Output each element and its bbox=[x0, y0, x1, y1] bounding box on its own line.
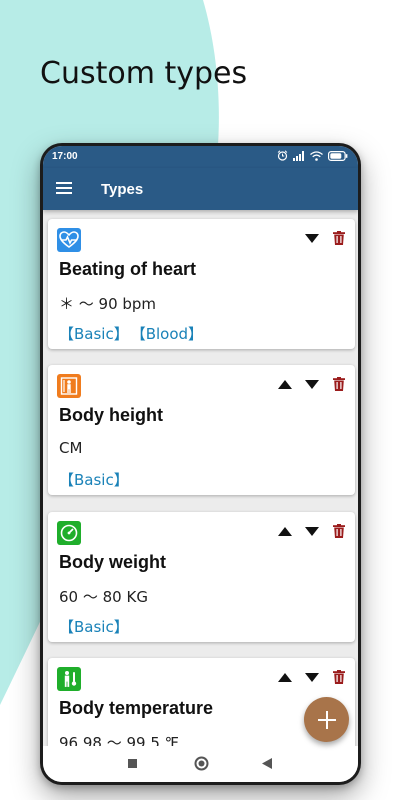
card-controls bbox=[277, 670, 347, 684]
thermometer-person-icon bbox=[57, 667, 81, 691]
signal-icon bbox=[293, 150, 304, 161]
types-list[interactable]: Beating of heart ＊ 〜 90 bpm 【Basic】 【Blo… bbox=[43, 210, 358, 750]
home-circle-icon[interactable] bbox=[194, 756, 209, 771]
type-card[interactable]: Body height CM 【Basic】 bbox=[48, 365, 355, 495]
card-controls bbox=[304, 231, 347, 245]
move-down-icon[interactable] bbox=[304, 377, 320, 391]
tag[interactable]: 【Blood】 bbox=[131, 323, 203, 344]
move-up-icon[interactable] bbox=[277, 524, 293, 538]
headline: Custom types bbox=[40, 56, 248, 91]
hamburger-menu-icon[interactable] bbox=[56, 181, 74, 197]
type-tags: 【Basic】 bbox=[59, 616, 129, 637]
type-name: Body weight bbox=[59, 552, 166, 572]
card-controls bbox=[277, 524, 347, 538]
type-card[interactable]: Body weight 60 〜 80 KG 【Basic】 bbox=[48, 512, 355, 642]
move-down-icon[interactable] bbox=[304, 670, 320, 684]
type-card[interactable]: Beating of heart ＊ 〜 90 bpm 【Basic】 【Blo… bbox=[48, 219, 355, 349]
move-down-icon[interactable] bbox=[304, 231, 320, 245]
alarm-icon bbox=[277, 150, 288, 161]
phone-frame: 17:00 Types Beating of heart ＊ 〜 90 bpm … bbox=[40, 143, 361, 785]
type-range: CM bbox=[59, 439, 83, 457]
status-time: 17:00 bbox=[52, 151, 78, 162]
phone-screen: 17:00 Types Beating of heart ＊ 〜 90 bpm … bbox=[43, 146, 358, 782]
battery-icon bbox=[328, 150, 348, 161]
type-range: ＊ 〜 90 bpm bbox=[59, 295, 157, 313]
move-down-icon[interactable] bbox=[304, 524, 320, 538]
app-bar-title: Types bbox=[101, 181, 144, 198]
heartbeat-icon bbox=[57, 228, 81, 252]
height-icon bbox=[57, 374, 81, 398]
type-name: Body temperature bbox=[59, 698, 214, 718]
delete-icon[interactable] bbox=[331, 670, 347, 684]
status-icons bbox=[277, 150, 348, 161]
app-bar: Types bbox=[43, 168, 358, 210]
move-up-icon[interactable] bbox=[277, 377, 293, 391]
tag[interactable]: 【Basic】 bbox=[59, 469, 129, 490]
type-tags: 【Basic】 bbox=[59, 469, 129, 490]
card-controls bbox=[277, 377, 347, 391]
delete-icon[interactable] bbox=[331, 524, 347, 538]
system-nav-bar bbox=[43, 746, 358, 782]
tag[interactable]: 【Basic】 bbox=[59, 616, 129, 637]
back-triangle-icon[interactable] bbox=[262, 758, 272, 769]
type-name: Beating of heart bbox=[59, 259, 197, 279]
type-name: Body height bbox=[59, 405, 163, 425]
tag[interactable]: 【Basic】 bbox=[59, 323, 129, 344]
type-range: 60 〜 80 KG bbox=[59, 588, 148, 606]
wifi-icon bbox=[310, 150, 323, 161]
delete-icon[interactable] bbox=[331, 231, 347, 245]
plus-icon bbox=[317, 710, 336, 729]
status-bar: 17:00 bbox=[43, 146, 358, 168]
type-tags: 【Basic】 【Blood】 bbox=[59, 323, 203, 344]
recents-square-icon[interactable] bbox=[128, 759, 137, 768]
scale-icon bbox=[57, 521, 81, 545]
move-up-icon[interactable] bbox=[277, 670, 293, 684]
delete-icon[interactable] bbox=[331, 377, 347, 391]
add-type-button[interactable] bbox=[304, 697, 349, 742]
